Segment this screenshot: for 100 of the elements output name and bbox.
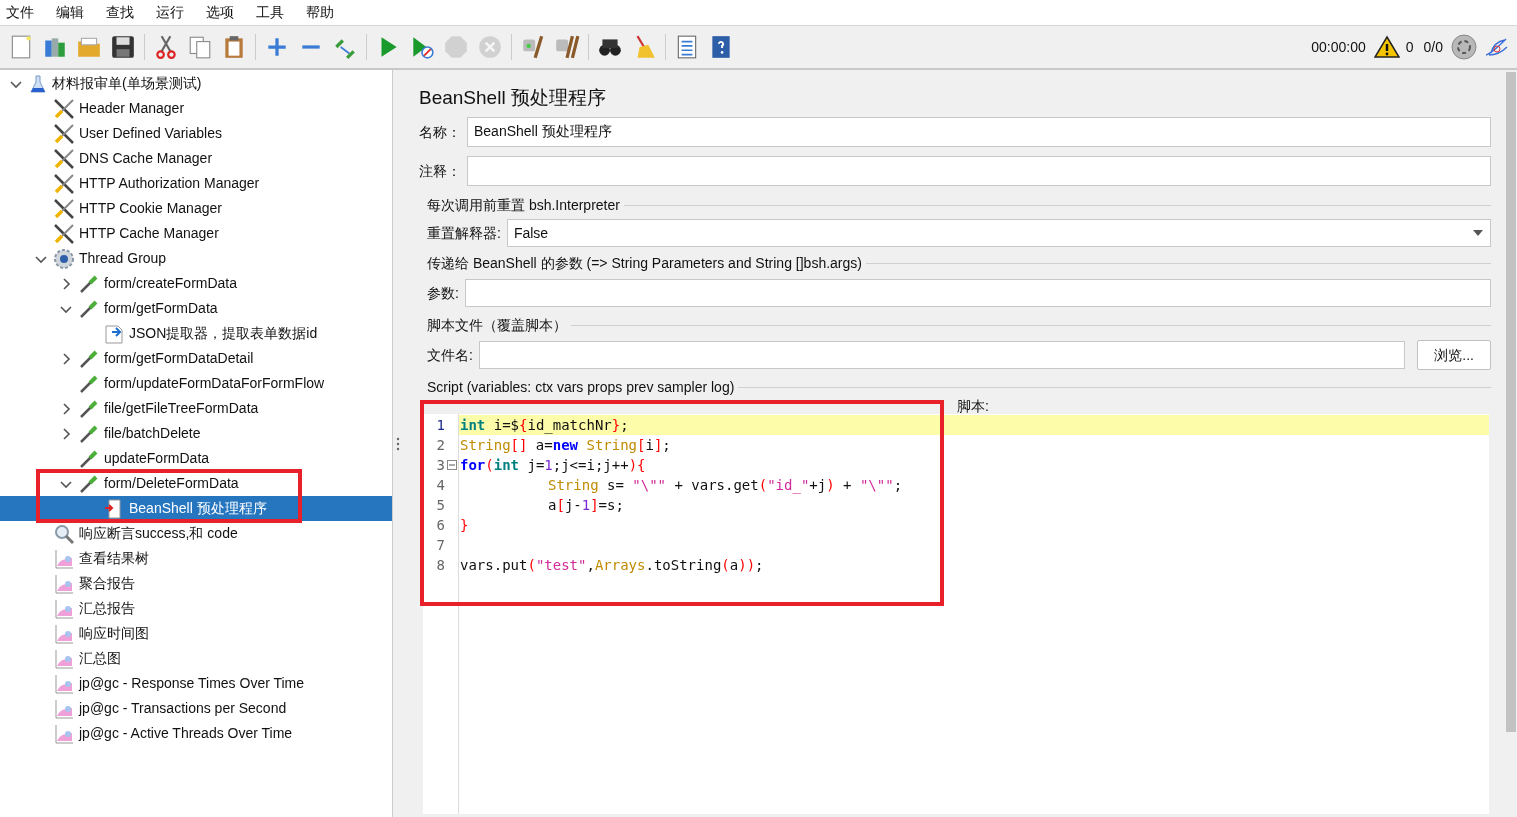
- code-line: int i=${id_matchNr};: [460, 415, 629, 436]
- field-label: 参数:: [427, 283, 459, 303]
- wrench-screwdriver-icon: [53, 222, 75, 245]
- tree-item-label: 响应时间图: [79, 624, 149, 643]
- tree-item[interactable]: 汇总报告: [0, 596, 392, 621]
- status-indicator-icon: [1451, 34, 1477, 60]
- menu-item[interactable]: 选项: [206, 2, 234, 23]
- chart-icon: [53, 697, 75, 720]
- chart-icon: [53, 622, 75, 645]
- tree-item-label: updateFormData: [104, 449, 210, 468]
- tree-item[interactable]: jp@gc - Active Threads Over Time: [0, 721, 392, 746]
- tree-item[interactable]: form/updateFormDataForFormFlow: [0, 371, 392, 396]
- tree-item-label: BeanShell 预处理程序: [129, 499, 267, 518]
- tree-item[interactable]: 汇总图: [0, 646, 392, 671]
- tree-item[interactable]: jp@gc - Transactions per Second: [0, 696, 392, 721]
- tree-item-label: form/DeleteFormData: [104, 474, 239, 493]
- code-line: String s= "\"" + vars.get("id_"+j) + "\"";: [548, 475, 903, 496]
- tree-item[interactable]: 响应断言success,和 code: [0, 521, 392, 546]
- flask-icon: [28, 73, 48, 94]
- tree-item-label: User Defined Variables: [79, 124, 222, 143]
- chart-icon: [53, 647, 75, 670]
- tree-item[interactable]: 材料报审单(单场景测试): [0, 71, 392, 96]
- tree-item[interactable]: form/getFormDataDetail: [0, 346, 392, 371]
- tree-item-label: HTTP Authorization Manager: [79, 174, 260, 193]
- section-title: 脚本文件（覆盖脚本）: [427, 315, 567, 335]
- tree-item-label: 查看结果树: [79, 549, 149, 568]
- tree-item-label: jp@gc - Response Times Over Time: [79, 674, 305, 693]
- tree-item[interactable]: file/getFileTreeFormData: [0, 396, 392, 421]
- menu-item[interactable]: 查找: [106, 2, 134, 23]
- tree-item[interactable]: 聚合报告: [0, 571, 392, 596]
- wrench-screwdriver-icon: [53, 122, 75, 145]
- tree-item[interactable]: Thread Group: [0, 246, 392, 271]
- code-line: a[j-1]=s;: [548, 495, 624, 515]
- tree-item[interactable]: HTTP Cache Manager: [0, 221, 392, 246]
- caret-icon: [1472, 229, 1484, 237]
- tree-item[interactable]: User Defined Variables: [0, 121, 392, 146]
- tree-item-label: form/updateFormDataForFormFlow: [104, 374, 325, 393]
- tree-item[interactable]: JSON提取器，提取表单数据id: [0, 321, 392, 346]
- code-line: for(int j=1;j<=i;j++){: [460, 455, 646, 475]
- section-title: 每次调用前重置 bsh.Interpreter: [427, 195, 620, 215]
- tree-item-label: form/getFormDataDetail: [104, 349, 254, 368]
- tree-item[interactable]: DNS Cache Manager: [0, 146, 392, 171]
- tree-item[interactable]: file/batchDelete: [0, 421, 392, 446]
- tree-item[interactable]: updateFormData: [0, 446, 392, 471]
- panel-title: BeanShell 预处理程序: [419, 86, 607, 110]
- chevron-right-icon[interactable]: [60, 402, 72, 415]
- gear-icon: [53, 247, 75, 270]
- line-number: 5: [435, 495, 445, 515]
- chart-icon: [53, 547, 75, 570]
- code-editor[interactable]: 1 2 3 4 5 6 7 8 int i=${id_matchNr}; String[] a=new String[i]; for(int j=1;j<=i;j++){ String s= "\"" + vars.get("id_"+j) + "\""; a[j-1]=s; } vars.put("test",Arrays.toString(a));: [423, 414, 1489, 814]
- tree-item[interactable]: Header Manager: [0, 96, 392, 121]
- tree-item-label: form/createFormData: [104, 274, 238, 293]
- chart-icon: [53, 672, 75, 695]
- field-label: 名称：: [419, 122, 461, 142]
- tree-item[interactable]: form/getFormData: [0, 296, 392, 321]
- code-line: vars.put("test",Arrays.toString(a));: [460, 555, 764, 575]
- section-title: Script (variables: ctx vars props prev sampler log): [427, 377, 735, 397]
- reset-interpreter-select[interactable]: False: [506, 219, 1491, 247]
- menu-item[interactable]: 帮助: [306, 2, 334, 23]
- scissors-icon[interactable]: [153, 34, 179, 60]
- fold-icon[interactable]: [447, 460, 457, 470]
- filename-field[interactable]: [478, 341, 1406, 369]
- tree-item-label: JSON提取器，提取表单数据id: [129, 324, 318, 343]
- tree-item[interactable]: HTTP Authorization Manager: [0, 171, 392, 196]
- field-label: 脚本:: [957, 398, 989, 414]
- tree-item-label: 响应断言success,和 code: [79, 524, 238, 543]
- tree-item[interactable]: 响应时间图: [0, 621, 392, 646]
- magnifier-icon: [53, 522, 75, 545]
- line-number: 1: [435, 415, 445, 435]
- parameters-field[interactable]: [464, 279, 1491, 307]
- wrench-screwdriver-icon: [53, 147, 75, 170]
- tree-item[interactable]: form/createFormData: [0, 271, 392, 296]
- warning-icon[interactable]: [1373, 35, 1400, 59]
- menu-item[interactable]: 编辑: [56, 2, 84, 23]
- tree-item-label: jp@gc - Transactions per Second: [79, 699, 287, 718]
- chart-icon: [53, 722, 75, 745]
- elapsed-time: 00:00:00: [1311, 37, 1366, 57]
- line-number: 2: [435, 435, 445, 455]
- tree-item[interactable]: HTTP Cookie Manager: [0, 196, 392, 221]
- line-number: 6: [435, 515, 445, 535]
- line-number: 8: [435, 555, 445, 575]
- splitter-grip-icon[interactable]: [396, 435, 400, 452]
- field-label: 重置解释器:: [427, 223, 501, 243]
- tree-item[interactable]: BeanShell 预处理程序: [0, 496, 392, 521]
- tree-item[interactable]: jp@gc - Response Times Over Time: [0, 671, 392, 696]
- chevron-right-icon[interactable]: [60, 352, 72, 365]
- comment-field[interactable]: [467, 156, 1491, 186]
- wrench-screwdriver-icon: [53, 172, 75, 195]
- tree-item[interactable]: 查看结果树: [0, 546, 392, 571]
- copy-icon[interactable]: [187, 34, 213, 60]
- tree-item[interactable]: form/DeleteFormData: [0, 471, 392, 496]
- name-field[interactable]: BeanShell 预处理程序: [467, 117, 1491, 147]
- line-number: 4: [435, 475, 445, 495]
- tree-item-label: 汇总报告: [79, 599, 135, 618]
- chevron-right-icon[interactable]: [60, 277, 72, 290]
- chevron-right-icon[interactable]: [60, 427, 72, 440]
- browse-button[interactable]: 浏览...: [1417, 340, 1491, 370]
- menu-item[interactable]: 文件: [6, 2, 34, 23]
- menu-item[interactable]: 工具: [256, 2, 284, 23]
- menu-item[interactable]: 运行: [156, 2, 184, 23]
